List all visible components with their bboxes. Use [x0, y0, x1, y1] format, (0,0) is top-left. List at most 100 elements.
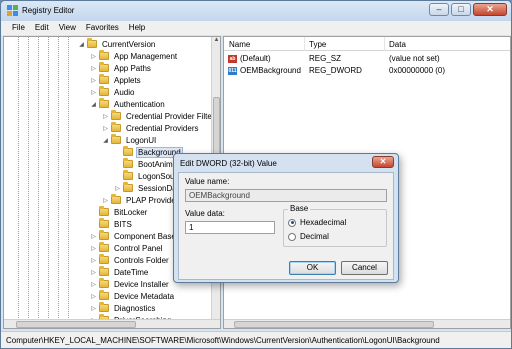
- expand-arrow-icon[interactable]: ▷: [90, 245, 97, 252]
- folder-icon: [99, 254, 109, 264]
- scrollbar-thumb[interactable]: [234, 321, 434, 328]
- value-type: REG_DWORD: [309, 66, 362, 75]
- dialog-close-button[interactable]: ✕: [372, 156, 394, 168]
- folder-icon: [123, 182, 133, 192]
- expand-arrow-icon[interactable]: ▷: [90, 53, 97, 60]
- title-bar[interactable]: Registry Editor – □ ✕: [1, 1, 511, 21]
- folder-icon: [99, 86, 109, 96]
- registry-editor-window: Registry Editor – □ ✕ File Edit View Fav…: [0, 0, 512, 349]
- menu-help[interactable]: Help: [124, 21, 150, 35]
- tree-item-bitlocker[interactable]: BitLocker: [90, 206, 148, 218]
- tree-item-plap-providers[interactable]: ▷ PLAP Provider: [102, 194, 179, 206]
- folder-icon: [99, 98, 109, 108]
- tree-item-label: Credential Providers: [126, 123, 199, 133]
- tree-item-currentversion[interactable]: ◢ CurrentVersion: [78, 38, 156, 50]
- tree-item-device-installer[interactable]: ▷ Device Installer: [90, 278, 170, 290]
- close-icon: ✕: [486, 4, 494, 14]
- value-data-input[interactable]: 1: [185, 221, 275, 234]
- menu-edit[interactable]: Edit: [30, 21, 54, 35]
- expand-arrow-icon[interactable]: ▷: [90, 293, 97, 300]
- tree-item-label: Device Installer: [114, 279, 169, 289]
- menu-bar: File Edit View Favorites Help: [1, 21, 511, 35]
- collapse-arrow-icon[interactable]: ◢: [102, 137, 109, 144]
- value-name-label: Value name:: [185, 177, 230, 186]
- tree-item-app-paths[interactable]: ▷ App Paths: [90, 62, 152, 74]
- expand-arrow-icon[interactable]: ▷: [90, 269, 97, 276]
- scrollbar-thumb[interactable]: [16, 321, 136, 328]
- value-data-label: Value data:: [185, 209, 225, 218]
- dialog-title: Edit DWORD (32-bit) Value: [180, 159, 277, 168]
- collapse-arrow-icon[interactable]: ◢: [90, 101, 97, 108]
- minimize-button[interactable]: –: [429, 3, 449, 16]
- tree-item-audio[interactable]: ▷ Audio: [90, 86, 135, 98]
- tree-item-control-panel[interactable]: ▷ Control Panel: [90, 242, 163, 254]
- tree-item-label: BitLocker: [114, 207, 148, 217]
- column-header-data[interactable]: Data: [389, 40, 406, 49]
- expand-arrow-icon[interactable]: ▷: [102, 125, 109, 132]
- tree-guide-line: [18, 37, 19, 320]
- tree-item-bootanimation[interactable]: BootAnim: [114, 158, 174, 170]
- tree-item-sessiondata[interactable]: ▷ SessionDa: [114, 182, 178, 194]
- radio-decimal[interactable]: Decimal: [288, 232, 329, 241]
- list-horizontal-scrollbar[interactable]: [224, 319, 510, 328]
- expand-arrow-icon[interactable]: ▷: [90, 65, 97, 72]
- edit-dword-dialog: Edit DWORD (32-bit) Value ✕ Value name: …: [173, 153, 399, 283]
- tree-item-label: Controls Folder: [114, 255, 169, 265]
- base-groupbox: Base Hexadecimal Decimal: [283, 204, 387, 247]
- list-header: Name Type Data: [224, 37, 510, 51]
- menu-file[interactable]: File: [7, 21, 30, 35]
- menu-favorites[interactable]: Favorites: [81, 21, 124, 35]
- tree-horizontal-scrollbar[interactable]: [4, 319, 220, 328]
- scroll-up-arrow-icon[interactable]: ▲: [212, 37, 220, 46]
- radio-button-checked[interactable]: [288, 218, 296, 227]
- ok-button[interactable]: OK: [289, 261, 336, 275]
- folder-icon: [123, 170, 133, 180]
- expand-arrow-icon[interactable]: ▷: [90, 257, 97, 264]
- tree-item-credential-provider-filters[interactable]: ▷ Credential Provider Filte: [102, 110, 213, 122]
- radio-hexadecimal[interactable]: Hexadecimal: [288, 218, 346, 227]
- expand-arrow-icon[interactable]: ▷: [114, 185, 121, 192]
- tree-item-credential-providers[interactable]: ▷ Credential Providers: [102, 122, 199, 134]
- expand-arrow-icon[interactable]: ▷: [90, 77, 97, 84]
- tree-item-controls-folder[interactable]: ▷ Controls Folder: [90, 254, 170, 266]
- tree-item-app-management[interactable]: ▷ App Management: [90, 50, 178, 62]
- maximize-button[interactable]: □: [451, 3, 471, 16]
- folder-icon: [99, 266, 109, 276]
- expand-arrow-icon[interactable]: ▷: [102, 197, 109, 204]
- column-separator[interactable]: [304, 37, 305, 51]
- tree-guide-line: [68, 37, 69, 320]
- expand-arrow-icon[interactable]: ▷: [90, 89, 97, 96]
- tree-item-label: App Management: [114, 51, 178, 61]
- collapse-arrow-icon[interactable]: ◢: [78, 41, 85, 48]
- column-header-name[interactable]: Name: [229, 40, 250, 49]
- expand-arrow-icon[interactable]: ▷: [90, 305, 97, 312]
- column-header-type[interactable]: Type: [309, 40, 326, 49]
- tree-item-label: DateTime: [114, 267, 149, 277]
- tree-item-device-metadata[interactable]: ▷ Device Metadata: [90, 290, 175, 302]
- column-separator[interactable]: [384, 37, 385, 51]
- expand-arrow-icon[interactable]: ▷: [90, 233, 97, 240]
- tree-item-datetime[interactable]: ▷ DateTime: [90, 266, 149, 278]
- expand-arrow-icon[interactable]: ▷: [102, 113, 109, 120]
- tree-item-label: Applets: [114, 75, 141, 85]
- radio-label-hexadecimal: Hexadecimal: [300, 218, 347, 227]
- tree-item-logonui[interactable]: ◢ LogonUI: [102, 134, 157, 146]
- tree-item-authentication[interactable]: ◢ Authentication: [90, 98, 166, 110]
- value-row-oembackground[interactable]: 011 OEMBackground REG_DWORD 0x00000000 (…: [224, 65, 510, 77]
- tree-guide-line: [58, 37, 59, 320]
- tree-item-bits[interactable]: BITS: [90, 218, 133, 230]
- value-name-field: OEMBackground: [185, 189, 387, 202]
- expand-arrow-icon[interactable]: ▷: [90, 281, 97, 288]
- tree-item-applets[interactable]: ▷ Applets: [90, 74, 142, 86]
- tree-item-diagnostics[interactable]: ▷ Diagnostics: [90, 302, 156, 314]
- value-row-default[interactable]: ab (Default) REG_SZ (value not set): [224, 53, 510, 65]
- cancel-button[interactable]: Cancel: [341, 261, 388, 275]
- tree-item-logonsounds[interactable]: LogonSou: [114, 170, 175, 182]
- radio-label-decimal: Decimal: [300, 232, 329, 241]
- radio-button-unchecked[interactable]: [288, 232, 296, 241]
- tree-item-background[interactable]: Background: [114, 146, 183, 158]
- menu-view[interactable]: View: [54, 21, 81, 35]
- tree-guide-line: [48, 37, 49, 320]
- close-button[interactable]: ✕: [473, 3, 507, 16]
- tree-item-component-based-servicing[interactable]: ▷ Component Base: [90, 230, 177, 242]
